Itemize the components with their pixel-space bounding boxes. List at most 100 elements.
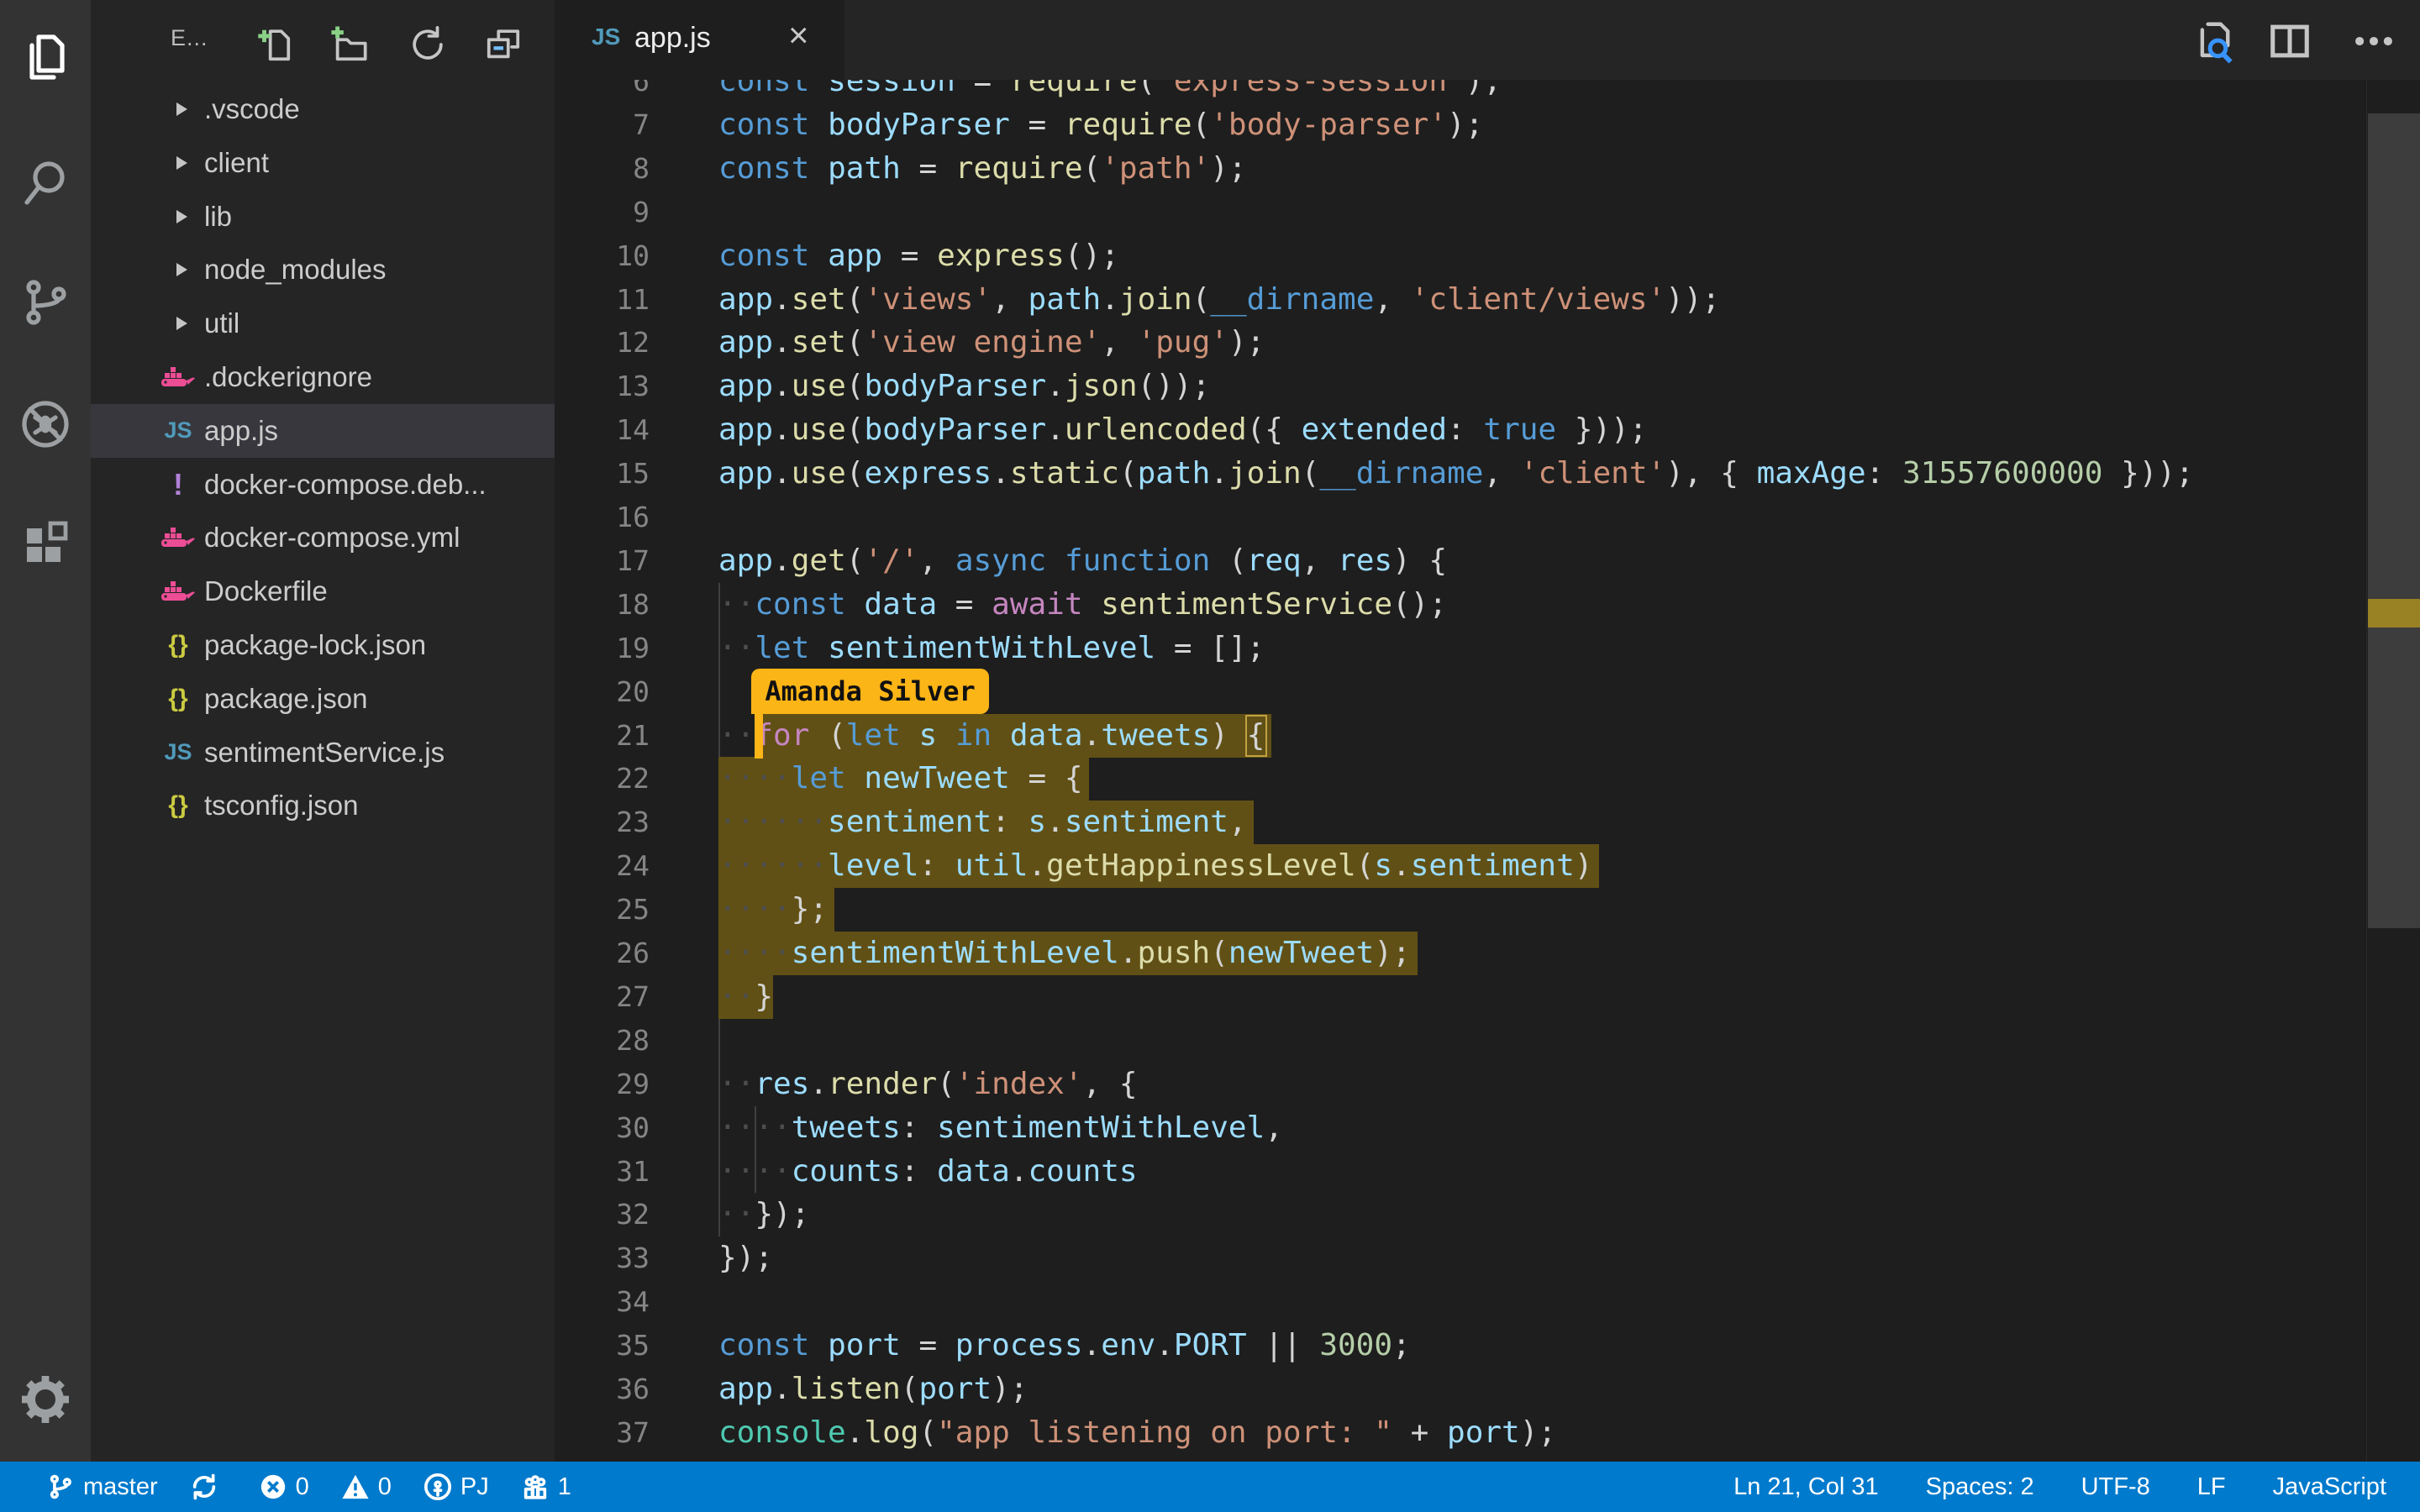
code-line-15[interactable]: app.use(express.static(path.join(__dirna… — [718, 452, 2194, 496]
code-line-19[interactable]: ··let sentimentWithLevel = []; — [718, 627, 1265, 670]
line-number: 21 — [555, 714, 650, 758]
line-number: 36 — [555, 1368, 650, 1411]
activitybar-debug-icon[interactable] — [18, 397, 72, 451]
file-row-tsconfig-json[interactable]: {}tsconfig.json — [91, 779, 555, 832]
editor-scrollbar — [2366, 80, 2420, 1462]
file-row--dockerignore[interactable]: .dockerignore — [91, 350, 555, 404]
status-language-mode[interactable]: JavaScript — [2273, 1473, 2386, 1501]
code-line-26[interactable]: ····sentimentWithLevel.push(newTweet); — [718, 932, 1411, 975]
status-git-branch[interactable]: master — [46, 1473, 158, 1501]
status-eol[interactable]: LF — [2197, 1473, 2226, 1501]
status-bar-left: master 0 0 PJ 1 — [46, 1462, 571, 1512]
close-tab-icon[interactable]: × — [788, 15, 809, 55]
line-number: 28 — [555, 1019, 650, 1063]
chevron-right-icon — [176, 317, 187, 330]
file-name: package-lock.json — [204, 629, 426, 661]
activitybar-search-icon[interactable] — [18, 155, 72, 209]
code-line-18[interactable]: ··const data = await sentimentService(); — [718, 583, 1447, 627]
more-actions-icon[interactable] — [2351, 18, 2396, 64]
activitybar-extensions-icon[interactable] — [18, 518, 72, 572]
status-label: 0 — [296, 1473, 309, 1501]
code-line-14[interactable]: app.use(bodyParser.urlencoded({ extended… — [718, 408, 1647, 452]
bracket-match-box — [1245, 715, 1267, 757]
code-line-32[interactable]: ··}); — [718, 1193, 809, 1236]
line-number: 27 — [555, 975, 650, 1019]
js-file-icon: JS — [156, 736, 200, 769]
status-live-share-session[interactable]: PJ — [424, 1473, 489, 1501]
code-line-30[interactable]: ····tweets: sentimentWithLevel, — [718, 1106, 1283, 1150]
code-line-31[interactable]: ····counts: data.counts — [718, 1150, 1138, 1194]
file-row-docker-compose-yml[interactable]: docker-compose.yml — [91, 511, 555, 564]
status-encoding[interactable]: UTF-8 — [2081, 1473, 2150, 1501]
code-line-21[interactable]: ··for (let s in data.tweets) { — [718, 714, 1265, 758]
file-row-lib[interactable]: lib — [91, 190, 555, 244]
status-label: 0 — [378, 1473, 392, 1501]
status-errors[interactable]: 0 — [259, 1473, 309, 1501]
status-cursor-position[interactable]: Ln 21, Col 31 — [1733, 1473, 1879, 1501]
line-number: 19 — [555, 627, 650, 670]
code-line-36[interactable]: app.listen(port); — [718, 1368, 1028, 1411]
code-line-10[interactable]: const app = express(); — [718, 234, 1119, 278]
file-name: tsconfig.json — [204, 790, 358, 822]
status-label: master — [83, 1473, 158, 1501]
activity-bar — [0, 0, 91, 1462]
chevron-right-icon — [176, 156, 187, 170]
code-editor[interactable]: 6const session = require('express-sessio… — [555, 80, 2366, 1462]
code-line-33[interactable]: }); — [718, 1236, 773, 1280]
code-line-11[interactable]: app.set('views', path.join(__dirname, 'c… — [718, 278, 1720, 322]
error-icon — [259, 1473, 287, 1501]
code-line-29[interactable]: ··res.render('index', { — [718, 1063, 1138, 1106]
file-name: .vscode — [204, 93, 300, 125]
code-line-35[interactable]: const port = process.env.PORT || 3000; — [718, 1324, 1411, 1368]
overview-ruler-selection-mark — [2368, 599, 2420, 627]
file-row-docker-compose-deb-[interactable]: !docker-compose.deb... — [91, 458, 555, 512]
new-folder-icon[interactable] — [330, 25, 372, 67]
code-line-24[interactable]: ······level: util.getHappinessLevel(s.se… — [718, 844, 1592, 888]
new-file-icon[interactable] — [255, 25, 297, 67]
collaborator-name-tag: Amanda Silver — [751, 669, 988, 714]
code-line-17[interactable]: app.get('/', async function (req, res) { — [718, 539, 1447, 583]
code-line-13[interactable]: app.use(bodyParser.json()); — [718, 365, 1210, 408]
file-row--vscode[interactable]: .vscode — [91, 82, 555, 136]
split-editor-icon[interactable] — [2267, 18, 2312, 64]
scrollbar-thumb[interactable] — [2368, 113, 2420, 928]
file-name: .dockerignore — [204, 361, 372, 393]
refresh-icon[interactable] — [408, 25, 450, 67]
activitybar-source-control-icon[interactable] — [18, 276, 72, 329]
code-line-25[interactable]: ····}; — [718, 888, 828, 932]
line-number: 10 — [555, 234, 650, 278]
line-number: 32 — [555, 1193, 650, 1236]
file-row-client[interactable]: client — [91, 136, 555, 190]
collapse-all-icon[interactable] — [484, 25, 526, 67]
activitybar-explorer-icon[interactable] — [18, 32, 72, 86]
status-sync[interactable] — [190, 1473, 227, 1501]
file-name: lib — [204, 201, 232, 233]
line-number: 14 — [555, 408, 650, 452]
status-indentation[interactable]: Spaces: 2 — [1926, 1473, 2034, 1501]
status-participants[interactable]: 1 — [521, 1473, 571, 1501]
file-row-app-js[interactable]: JSapp.js — [91, 404, 555, 458]
code-line-37[interactable]: console.log("app listening on port: " + … — [718, 1411, 1556, 1455]
file-row-node-modules[interactable]: node_modules — [91, 243, 555, 297]
line-number: 18 — [555, 583, 650, 627]
activitybar-settings-icon[interactable] — [18, 1373, 72, 1426]
line-number: 34 — [555, 1280, 650, 1324]
file-name: client — [204, 147, 269, 179]
code-line-22[interactable]: ····let newTweet = { — [718, 757, 1083, 801]
file-row-sentimentservice-js[interactable]: JSsentimentService.js — [91, 726, 555, 780]
code-line-23[interactable]: ······sentiment: s.sentiment, — [718, 801, 1247, 844]
line-number: 37 — [555, 1411, 650, 1455]
code-line-12[interactable]: app.set('view engine', 'pug'); — [718, 321, 1265, 365]
file-row-dockerfile[interactable]: Dockerfile — [91, 564, 555, 618]
status-warnings[interactable]: 0 — [341, 1473, 392, 1501]
code-line-8[interactable]: const path = require('path'); — [718, 147, 1247, 191]
code-line-27[interactable]: ··} — [718, 975, 773, 1019]
code-line-6[interactable]: const session = require('express-session… — [718, 80, 1502, 103]
line-number: 30 — [555, 1106, 650, 1150]
find-in-files-icon[interactable] — [2188, 18, 2233, 64]
file-row-package-lock-json[interactable]: {}package-lock.json — [91, 618, 555, 672]
tab-app-js[interactable]: JS app.js × — [555, 0, 844, 80]
file-row-package-json[interactable]: {}package.json — [91, 672, 555, 726]
file-row-util[interactable]: util — [91, 297, 555, 350]
code-line-7[interactable]: const bodyParser = require('body-parser'… — [718, 103, 1483, 147]
